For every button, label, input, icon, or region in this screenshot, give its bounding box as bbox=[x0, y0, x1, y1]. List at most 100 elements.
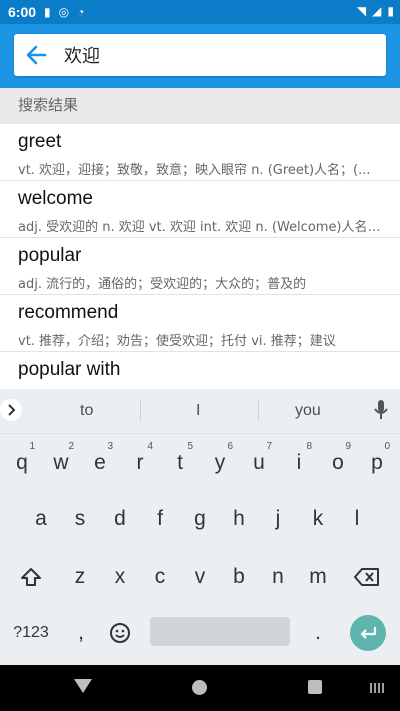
result-definition: vt. 欢迎，迎接；致敬，致意；映入眼帘 n. (Greet)人名；(... bbox=[18, 163, 371, 178]
search-input[interactable] bbox=[62, 43, 366, 67]
key-label: i bbox=[296, 450, 302, 474]
result-row[interactable]: greet vt. 欢迎，迎接；致敬，致意；映入眼帘 n. (Greet)人名；… bbox=[0, 124, 400, 181]
chevron-right-icon[interactable] bbox=[0, 399, 22, 421]
enter-key[interactable] bbox=[350, 615, 386, 651]
key-d[interactable]: d bbox=[101, 499, 139, 538]
key-label: r bbox=[136, 450, 144, 474]
key-v[interactable]: v bbox=[181, 557, 219, 596]
suggestion-item[interactable]: to bbox=[80, 402, 93, 420]
navigation-bar bbox=[0, 665, 400, 711]
result-row[interactable]: popular adj. 流行的，通俗的；受欢迎的；大众的；普及的 bbox=[0, 238, 400, 295]
soft-keyboard: to I you q1 w2 e3 r4 t5 y6 u7 i8 o9 p0 a… bbox=[0, 389, 400, 665]
results-list: greet vt. 欢迎，迎接；致敬，致意；映入眼帘 n. (Greet)人名；… bbox=[0, 124, 400, 389]
key-h[interactable]: h bbox=[220, 499, 258, 538]
status-bar: 6:00 ▮ ◎ ◔ ◥ ◢ ▮ bbox=[0, 0, 400, 24]
result-definition: adj. 流行的，通俗的；受欢迎的；大众的；普及的 bbox=[18, 277, 307, 292]
microphone-icon[interactable] bbox=[374, 400, 388, 425]
emoji-key[interactable] bbox=[101, 613, 139, 652]
space-key[interactable] bbox=[150, 617, 290, 646]
key-label: y bbox=[214, 450, 226, 474]
key-z[interactable]: z bbox=[61, 557, 99, 596]
sync-icon: ◎ bbox=[58, 5, 70, 19]
backspace-icon bbox=[354, 567, 379, 586]
key-number: 4 bbox=[147, 441, 153, 452]
result-row[interactable]: recommend vt. 推荐，介绍；劝告；使受欢迎；托付 vi. 推荐；建议 bbox=[0, 295, 400, 352]
result-word: welcome bbox=[18, 188, 93, 209]
shift-key[interactable] bbox=[12, 557, 50, 596]
result-word: popular with bbox=[18, 359, 121, 380]
key-u[interactable]: u7 bbox=[240, 441, 278, 482]
key-e[interactable]: e3 bbox=[81, 441, 119, 482]
suggestion-item[interactable]: you bbox=[295, 402, 321, 420]
backspace-key[interactable] bbox=[348, 557, 386, 596]
wifi-icon: ◥ bbox=[356, 4, 367, 18]
suggestion-divider bbox=[140, 399, 141, 421]
key-number: 2 bbox=[68, 441, 74, 452]
key-number: 7 bbox=[266, 441, 272, 452]
section-header: 搜索结果 bbox=[0, 88, 400, 124]
key-row-3: z x c v b n m bbox=[0, 557, 400, 596]
status-time: 6:00 bbox=[8, 4, 37, 20]
result-definition: vt. 推荐，介绍；劝告；使受欢迎；托付 vi. 推荐；建议 bbox=[18, 334, 336, 349]
key-number: 9 bbox=[345, 441, 351, 452]
key-row-1: q1 w2 e3 r4 t5 y6 u7 i8 o9 p0 bbox=[0, 441, 400, 482]
back-arrow-icon[interactable] bbox=[16, 35, 56, 75]
key-number: 0 bbox=[384, 441, 390, 452]
comma-key[interactable]: , bbox=[62, 613, 100, 652]
key-a[interactable]: a bbox=[22, 499, 60, 538]
key-label: p bbox=[371, 450, 383, 474]
shift-arrow-icon bbox=[21, 567, 41, 586]
result-word: recommend bbox=[18, 302, 119, 323]
nav-back-icon[interactable] bbox=[74, 679, 92, 693]
signal-icon: ◢ bbox=[372, 4, 382, 18]
key-i[interactable]: i8 bbox=[280, 441, 318, 482]
key-number: 6 bbox=[227, 441, 233, 452]
key-o[interactable]: o9 bbox=[319, 441, 357, 482]
wifi-off-icon: ◔ bbox=[77, 5, 85, 19]
key-f[interactable]: f bbox=[141, 499, 179, 538]
result-definition: adj. 受欢迎的 n. 欢迎 vt. 欢迎 int. 欢迎 n. (Welco… bbox=[18, 220, 382, 235]
key-x[interactable]: x bbox=[101, 557, 139, 596]
key-q[interactable]: q1 bbox=[3, 441, 41, 482]
result-row[interactable]: welcome adj. 受欢迎的 n. 欢迎 vt. 欢迎 int. 欢迎 n… bbox=[0, 181, 400, 238]
key-number: 8 bbox=[306, 441, 312, 452]
key-c[interactable]: c bbox=[141, 557, 179, 596]
nav-recents-icon[interactable] bbox=[308, 680, 322, 694]
battery-icon: ▮ bbox=[387, 4, 394, 18]
nav-home-icon[interactable] bbox=[192, 680, 207, 695]
key-number: 1 bbox=[29, 441, 35, 452]
key-label: o bbox=[332, 450, 344, 474]
key-p[interactable]: p0 bbox=[358, 441, 396, 482]
suggestion-item[interactable]: I bbox=[196, 402, 200, 420]
suggestion-bar: to I you bbox=[0, 389, 400, 434]
result-row[interactable]: popular with bbox=[0, 352, 400, 389]
suggestion-divider bbox=[258, 399, 259, 421]
key-s[interactable]: s bbox=[61, 499, 99, 538]
key-n[interactable]: n bbox=[259, 557, 297, 596]
key-t[interactable]: t5 bbox=[161, 441, 199, 482]
symbols-key[interactable]: ?123 bbox=[8, 613, 54, 652]
key-g[interactable]: g bbox=[181, 499, 219, 538]
key-b[interactable]: b bbox=[220, 557, 258, 596]
key-row-2: a s d f g h j k l bbox=[0, 499, 400, 538]
period-key[interactable]: . bbox=[299, 613, 337, 652]
key-label: e bbox=[94, 450, 106, 474]
key-y[interactable]: y6 bbox=[201, 441, 239, 482]
key-r[interactable]: r4 bbox=[121, 441, 159, 482]
key-l[interactable]: l bbox=[338, 499, 376, 538]
key-k[interactable]: k bbox=[299, 499, 337, 538]
key-label: w bbox=[53, 450, 69, 474]
key-j[interactable]: j bbox=[259, 499, 297, 538]
key-number: 3 bbox=[107, 441, 113, 452]
search-box bbox=[14, 34, 386, 76]
key-label: q bbox=[16, 450, 28, 474]
key-w[interactable]: w2 bbox=[42, 441, 80, 482]
result-word: greet bbox=[18, 131, 62, 152]
enter-arrow-icon bbox=[360, 627, 377, 639]
sd-card-icon: ▮ bbox=[44, 5, 51, 19]
keyboard-switch-icon[interactable] bbox=[370, 683, 386, 693]
key-label: t bbox=[177, 450, 183, 474]
result-word: popular bbox=[18, 245, 82, 266]
key-m[interactable]: m bbox=[299, 557, 337, 596]
key-number: 5 bbox=[187, 441, 193, 452]
